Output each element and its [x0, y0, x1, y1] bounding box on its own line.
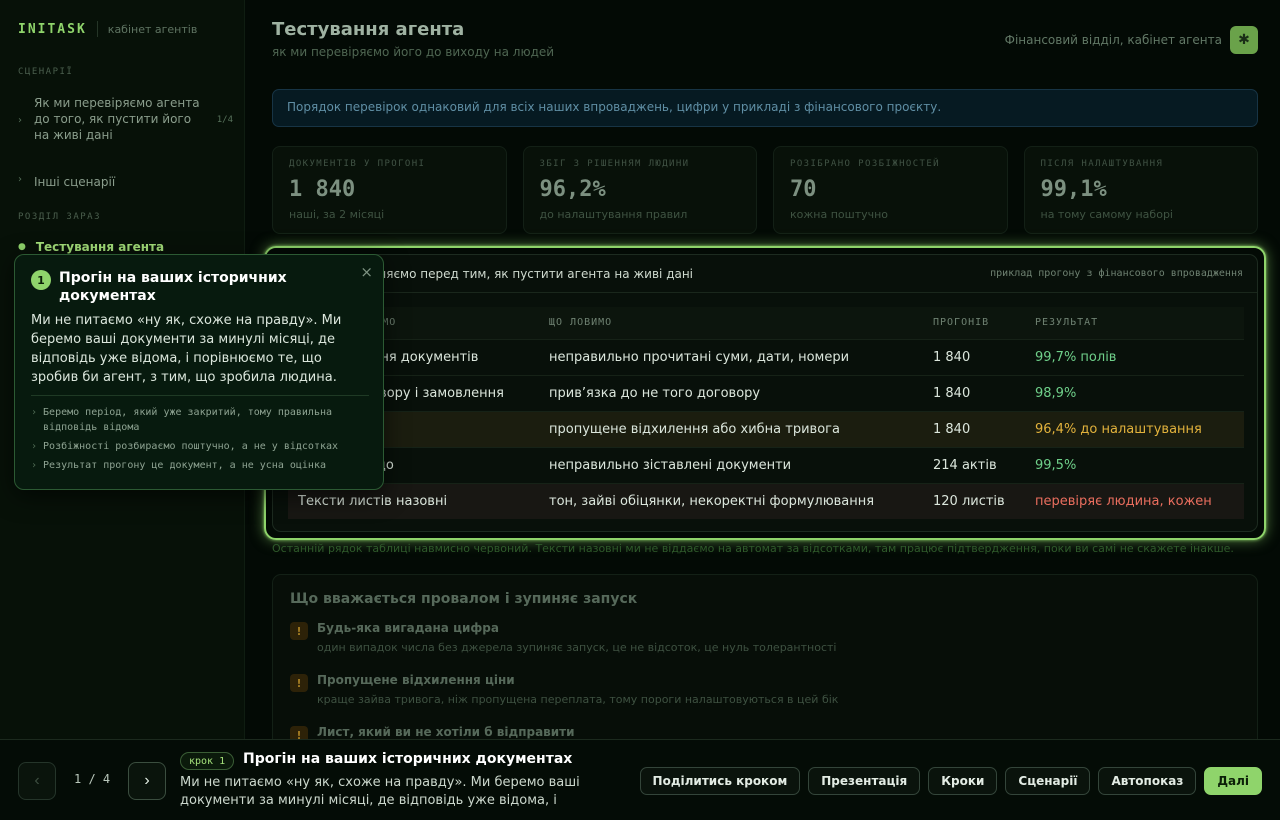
active-dot-icon: ●: [18, 242, 26, 252]
bullet-text: Розбіжності розбираємо поштучно, а не у …: [43, 441, 339, 452]
tour-popover: 1 Прогін на ваших історичних документах …: [14, 254, 384, 490]
bullet-icon: ›: [18, 174, 22, 185]
stat-value: 70: [790, 177, 817, 202]
info-banner: Порядок перевірок однаковий для всіх наш…: [272, 89, 1258, 127]
tour-bar: ‹ 1 / 4 › крок 1 Прогін на ваших історич…: [0, 739, 1280, 820]
failure-item: ! Будь-яка вигадана цифра один випадок ч…: [290, 621, 836, 654]
sidebar-item-count: 1/4: [216, 115, 233, 125]
stat-value: 99,1%: [1040, 177, 1107, 202]
close-icon[interactable]: ×: [360, 263, 373, 281]
stat-card: ДОКУМЕНТІВ У ПРОГОНІ 1 840 наші, за 2 мі…: [272, 146, 507, 234]
stat-label: РОЗІБРАНО РОЗБІЖНОСТЕЙ: [790, 159, 941, 169]
brand-divider: [96, 21, 98, 37]
stat-value: 1 840: [289, 177, 356, 202]
warning-icon: !: [290, 622, 308, 640]
list-item: › Беремо період, який уже закритий, тому …: [31, 405, 371, 435]
stat-card: РОЗІБРАНО РОЗБІЖНОСТЕЙ 70 кожна поштучно: [773, 146, 1008, 234]
stat-note: на тому самому наборі: [1040, 208, 1173, 221]
popover-body: Ми не питаємо «ну як, схоже на правду». …: [31, 313, 342, 385]
sidebar-section-scenarios: СЦЕНАРІЇ: [18, 67, 74, 77]
avatar[interactable]: ✱: [1230, 26, 1258, 54]
sidebar-item-label: Як ми перевіряємо агента до того, як пус…: [34, 96, 200, 142]
bullet-icon: ›: [18, 115, 22, 126]
prev-step-button[interactable]: ‹: [18, 762, 56, 800]
popover-divider: [31, 395, 369, 396]
stat-label: ДОКУМЕНТІВ У ПРОГОНІ: [289, 159, 426, 169]
chevron-right-icon: ›: [31, 460, 38, 471]
failure-item: ! Пропущене відхилення ціни краще зайва …: [290, 673, 838, 706]
scenarios-button[interactable]: Сценарії: [1005, 767, 1091, 795]
popover-title: Прогін на ваших історичних документах: [59, 270, 287, 304]
brand-subtitle: кабінет агентів: [107, 22, 198, 36]
stat-label: ПІСЛЯ НАЛАШТУВАННЯ: [1040, 159, 1164, 169]
autoplay-button[interactable]: Автопоказ: [1098, 767, 1197, 795]
page-title: Тестування агента: [272, 19, 465, 40]
stat-card: ПІСЛЯ НАЛАШТУВАННЯ 99,1% на тому самому …: [1023, 146, 1258, 234]
bullet-text: Результат прогону це документ, а не усна…: [43, 460, 326, 471]
stat-card: ЗБІГ З РІШЕННЯМ ЛЮДИНИ 96,2% до налаштув…: [522, 146, 757, 234]
stat-note: до налаштування правил: [539, 208, 688, 221]
stat-note: кожна поштучно: [790, 208, 889, 221]
popover-bullets: › Беремо період, який уже закритий, тому …: [31, 405, 371, 477]
page-subtitle: як ми перевіряємо його до виходу на люде…: [272, 45, 555, 59]
sidebar-section-current: РОЗДІЛ ЗАРАЗ: [18, 212, 102, 222]
stat-value: 96,2%: [539, 177, 606, 202]
chevron-right-icon: ›: [31, 407, 38, 418]
failure-item-desc: один випадок числа без джерела зупиняє з…: [317, 641, 837, 654]
table-footnote: Останній рядок таблиці навмисно червоний…: [272, 542, 1234, 555]
failure-criteria-card: Що вважається провалом і зупиняє запуск …: [272, 574, 1258, 754]
step-label-badge: крок 1: [180, 752, 235, 770]
header-context: Фінансовий відділ, кабінет агента ✱: [1005, 26, 1258, 54]
next-step-button[interactable]: ›: [128, 762, 166, 800]
bullet-text: Беремо період, який уже закритий, тому п…: [43, 407, 333, 433]
spotlight-highlight: [264, 246, 1266, 540]
brand-logo[interactable]: INITASK: [18, 22, 87, 37]
step-number-badge: 1: [31, 270, 51, 290]
sidebar-item-other[interactable]: › Інші сценарії: [18, 174, 233, 190]
stats-row: ДОКУМЕНТІВ У ПРОГОНІ 1 840 наші, за 2 мі…: [272, 146, 1258, 234]
share-step-button[interactable]: Поділитись кроком: [639, 767, 801, 795]
next-button[interactable]: Далі: [1204, 767, 1262, 795]
tour-actions: Поділитись кроком Презентація Кроки Сцен…: [639, 767, 1262, 795]
sidebar-item-label: Інші сценарії: [34, 175, 116, 189]
presentation-button[interactable]: Презентація: [808, 767, 921, 795]
failure-item-title: Пропущене відхилення ціни: [317, 673, 515, 687]
warning-icon: !: [290, 674, 308, 692]
chevron-right-icon: ›: [31, 441, 38, 452]
step-title: Прогін на ваших історичних документах: [243, 751, 573, 767]
stat-label: ЗБІГ З РІШЕННЯМ ЛЮДИНИ: [539, 159, 690, 169]
context-label: Фінансовий відділ, кабінет агента: [1004, 33, 1222, 47]
failure-item-title: Будь-яка вигадана цифра: [317, 621, 499, 635]
sidebar-item-label: Тестування агента: [35, 240, 165, 254]
step-counter: 1 / 4: [74, 772, 111, 786]
failure-card-title: Що вважається провалом і зупиняє запуск: [290, 591, 638, 607]
failure-item-desc: краще зайва тривога, ніж пропущена переп…: [317, 693, 839, 706]
list-item: › Результат прогону це документ, а не усн…: [31, 458, 371, 473]
gear-icon: ✱: [1238, 32, 1250, 48]
sidebar-item-scenario[interactable]: › Як ми перевіряємо агента до того, як п…: [18, 95, 233, 143]
failure-item-title: Лист, який ви не хотіли б відправити: [317, 725, 575, 739]
list-item: › Розбіжності розбираємо поштучно, а не у…: [31, 439, 371, 454]
steps-button[interactable]: Кроки: [928, 767, 998, 795]
stat-note: наші, за 2 місяці: [289, 208, 385, 221]
brand: INITASK кабінет агентів: [18, 21, 197, 37]
step-description: Ми не питаємо «ну як, схоже на правду». …: [180, 775, 580, 808]
